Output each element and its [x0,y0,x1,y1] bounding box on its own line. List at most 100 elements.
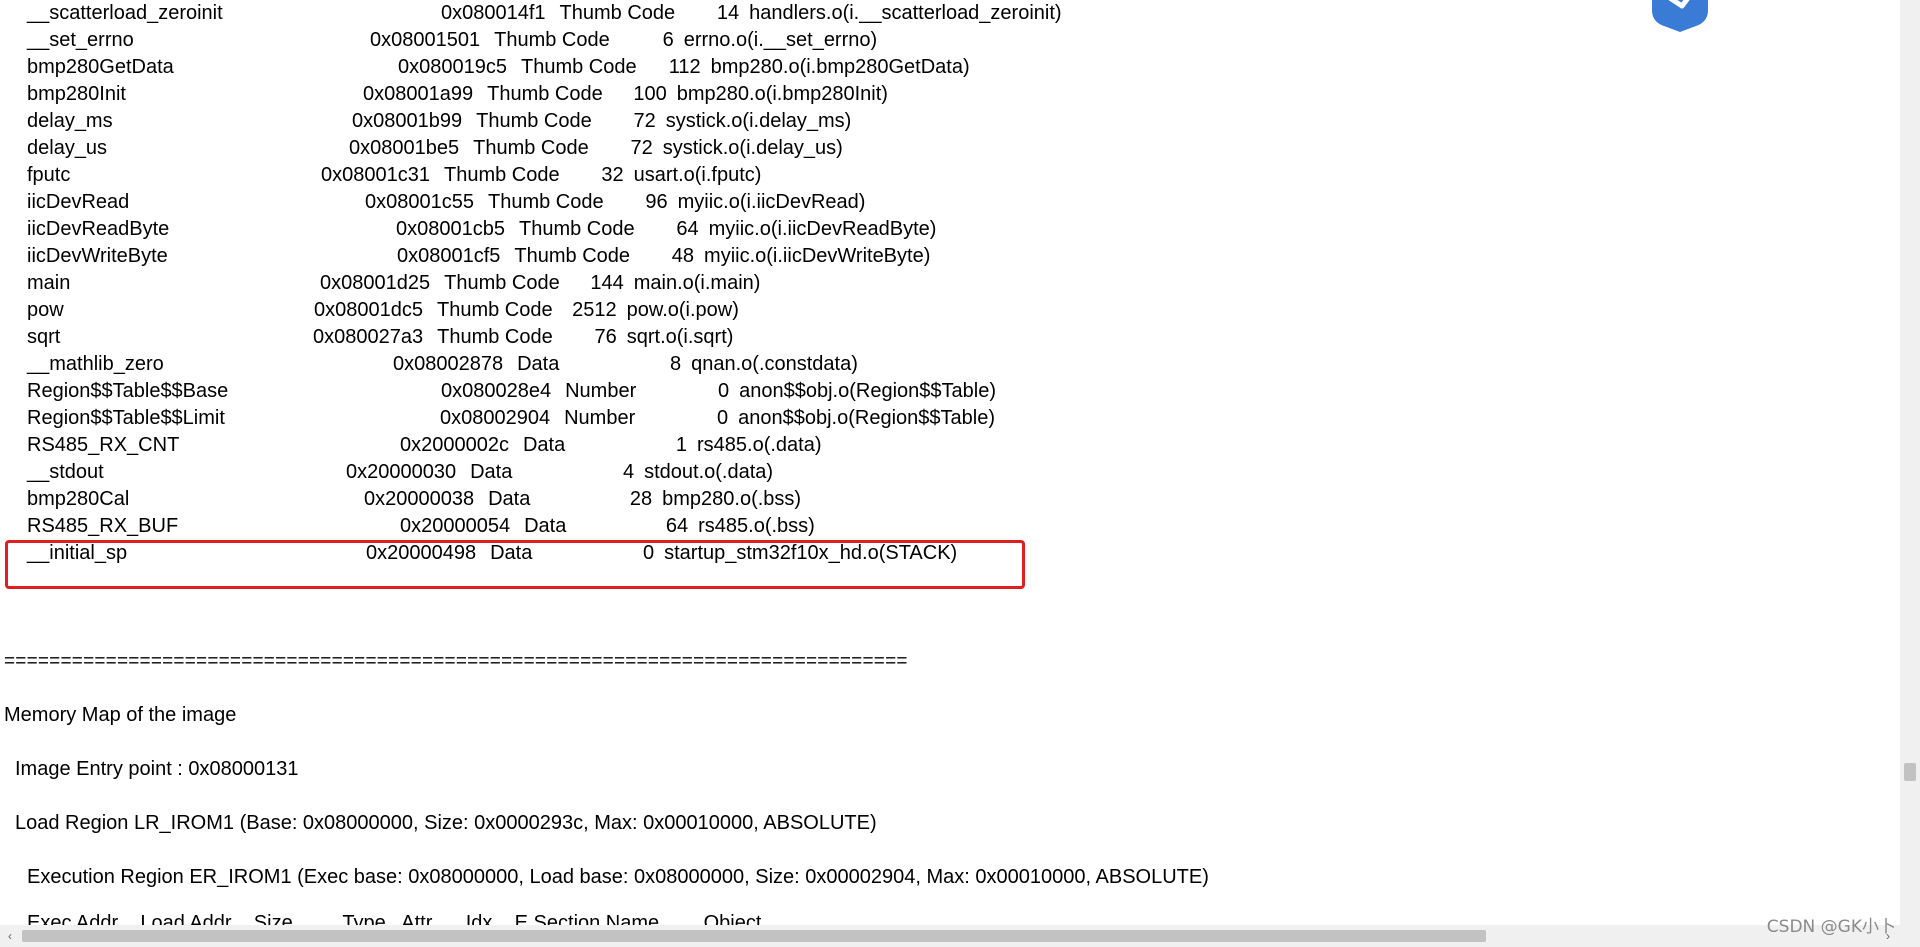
symbol-object: myiic.o(i.iicDevRead) [677,191,866,213]
symbol-size: 8 [669,353,682,375]
symbol-type: Thumb Code [559,2,676,24]
symbol-address: 0x080027a3 [313,326,424,348]
symbol-size: 6 [662,29,674,51]
symbol-size: 144 [590,272,624,294]
symbol-size: 100 [633,83,667,105]
symbol-address: 0x08001dc5 [314,299,423,321]
symbol-address: 0x08001501 [370,29,481,51]
symbol-address: 0x08001cf5 [397,245,501,267]
symbol-object: anon$$obj.o(Region$$Table) [739,380,996,402]
symbol-type: Data [522,434,566,456]
symbol-object: rs485.o(.bss) [698,515,815,537]
symbol-address: 0x20000054 [400,515,511,537]
symbol-object: anon$$obj.o(Region$$Table) [738,407,995,429]
symbol-type: Thumb Code [520,56,637,78]
horizontal-scrollbar-thumb[interactable] [22,930,1486,942]
memory-map-title: Memory Map of the image [4,704,237,726]
symbol-size: 0 [717,380,730,402]
symbol-type: Number [564,407,636,429]
symbol-object: myiic.o(i.iicDevReadByte) [708,218,937,240]
scroll-left-arrow-icon[interactable]: ‹ [0,925,20,947]
symbol-size: 14 [716,2,740,24]
symbol-size: 0 [716,407,729,429]
symbol-object: stdout.o(.data) [644,461,774,483]
symbol-size: 96 [645,191,668,213]
symbol-type: Data [488,488,531,510]
symbol-address: 0x08001d25 [320,272,431,294]
symbol-name: RS485_RX_BUF [27,515,179,537]
section-separator: ========================================… [4,651,908,672]
symbol-address: 0x08001b99 [352,110,463,132]
symbol-type: Data [470,461,513,483]
symbol-size: 32 [601,164,624,186]
symbol-address: 0x20000038 [364,488,475,510]
symbol-size: 2512 [572,299,617,321]
symbol-object: systick.o(i.delay_us) [662,137,843,159]
symbol-name: sqrt [27,326,61,348]
symbol-object: sqrt.o(i.sqrt) [626,326,734,348]
vertical-scrollbar[interactable] [1900,0,1920,925]
symbol-object: bmp280.o(.bss) [662,488,802,510]
symbol-address: 0x2000002c [400,434,509,456]
symbol-name: delay_us [27,137,108,159]
symbol-address: 0x080014f1 [441,2,546,24]
symbol-address: 0x20000030 [346,461,457,483]
symbol-type: Data [517,353,560,375]
symbol-size: 64 [665,515,689,537]
symbol-address: 0x08002878 [393,353,504,375]
symbol-address: 0x08001c31 [321,164,430,186]
symbol-object: bmp280.o(i.bmp280Init) [676,83,888,105]
vertical-scrollbar-thumb[interactable] [1904,763,1916,781]
symbol-object: usart.o(i.fputc) [633,164,762,186]
symbol-object: handlers.o(i.__scatterload_zeroinit) [749,2,1062,24]
highlight-initial-sp-box [5,540,1025,589]
symbol-name: delay_ms [27,110,113,132]
symbol-type: Thumb Code [437,326,553,348]
symbol-type: Thumb Code [436,299,553,321]
floating-assistant-icon[interactable] [1648,0,1712,32]
symbol-name: Region$$Table$$Limit [27,407,225,429]
symbol-size: 72 [630,137,653,159]
column-header-line: Exec Addr Load Addr Size Type Attr Idx E… [27,912,762,925]
execution-region-line: Execution Region ER_IROM1 (Exec base: 0x… [27,866,1209,888]
symbol-object: main.o(i.main) [633,272,761,294]
symbol-object: qnan.o(.constdata) [691,353,858,375]
symbol-type: Thumb Code [487,83,603,105]
symbol-object: systick.o(i.delay_ms) [665,110,852,132]
symbol-name: fputc [27,164,71,186]
symbol-name: Region$$Table$$Base [27,380,229,402]
symbol-object: rs485.o(.data) [696,434,822,456]
symbol-size: 1 [675,434,687,456]
symbol-name: __stdout [27,461,104,483]
symbol-type: Thumb Code [487,191,604,213]
symbol-object: bmp280.o(i.bmp280GetData) [710,56,970,78]
symbol-name: iicDevWriteByte [27,245,168,267]
symbol-object: myiic.o(i.iicDevWriteByte) [704,245,931,267]
symbol-name: bmp280Cal [27,488,130,510]
symbol-name: pow [27,299,64,321]
symbol-size: 112 [668,56,701,78]
symbol-type: Thumb Code [476,110,592,132]
symbol-type: Thumb Code [443,164,560,186]
symbol-type: Thumb Code [518,218,635,240]
symbol-address: 0x080028e4 [441,380,552,402]
symbol-object: errno.o(i.__set_errno) [683,29,878,51]
load-region-line: Load Region LR_IROM1 (Base: 0x08000000, … [15,812,877,834]
csdn-watermark: CSDN @GK小卜 [1766,917,1896,937]
symbol-name: main [27,272,71,294]
symbol-address: 0x080019c5 [398,56,507,78]
symbol-address: 0x08001a99 [363,83,474,105]
symbol-name: iicDevReadByte [27,218,170,240]
symbol-address: 0x08001cb5 [396,218,505,240]
symbol-type: Number [565,380,637,402]
document-viewport: __scatterload_zeroinit 0x080014f1 Thumb Co… [0,0,1900,925]
symbol-address: 0x08001c55 [365,191,474,213]
symbol-size: 48 [671,245,695,267]
symbol-type: Thumb Code [514,245,631,267]
symbol-type: Thumb Code [494,29,610,51]
horizontal-scrollbar[interactable]: ‹ › [0,925,1920,947]
symbol-name: RS485_RX_CNT [27,434,180,456]
symbol-name: __scatterload_zeroinit [27,2,223,24]
image-entry-point: Image Entry point : 0x08000131 [15,758,299,780]
symbol-name: __set_errno [27,29,134,51]
